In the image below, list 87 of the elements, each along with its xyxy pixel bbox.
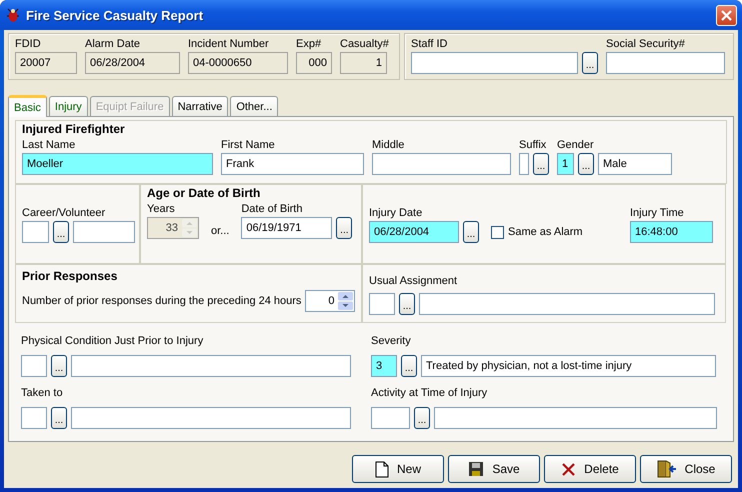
app-icon [6,7,20,23]
field-label: Taken to [21,386,64,401]
code-field[interactable] [369,293,395,315]
exit-door-icon [656,460,677,478]
field-label: FDID [15,37,42,52]
field-label: Years [147,202,176,217]
field-label: Exp# [296,37,322,52]
code-field[interactable] [21,407,47,429]
new-document-icon [374,460,389,478]
description-field[interactable]: Treated by physician, not a lost-time injury [421,355,716,377]
social-security-field[interactable] [606,52,725,74]
field-label: Injury Date [369,206,424,221]
field-label: Casualty# [340,37,389,52]
description-field[interactable] [71,407,351,429]
save-button[interactable]: Save [448,455,540,483]
window-title: Fire Service Casualty Report [26,8,204,22]
suffix-field[interactable] [519,153,529,175]
tab[interactable]: Narrative [172,96,228,116]
delete-icon [561,462,576,476]
section-title: Injured Firefighter [22,121,126,137]
close-button[interactable]: Close [640,455,732,483]
last-name-field[interactable]: Moeller [22,153,213,175]
browse-button[interactable]: ... [51,407,67,429]
field-label: Social Security# [606,37,686,52]
readonly-field[interactable]: 04-0000650 [188,52,288,74]
field-label: Suffix [519,138,548,153]
browse-button[interactable]: ... [533,153,549,175]
field-label: Gender [557,138,595,153]
field-label: Physical Condition Just Prior to Injury [21,334,204,349]
browse-button[interactable]: ... [336,217,352,239]
readonly-field[interactable]: 06/28/2004 [85,52,180,74]
field-label: Usual Assignment [369,274,458,289]
field-label: Career/Volunteer [22,206,106,221]
field-label: Alarm Date [85,37,142,52]
browse-button[interactable]: ... [582,52,598,74]
staff-id-field[interactable] [411,52,578,74]
browse-button[interactable]: ... [578,153,594,175]
field-label: Incident Number [188,37,270,52]
code-field[interactable] [22,221,49,243]
date-of-birth-field[interactable]: 06/19/1971 [241,217,332,239]
field-label: Severity [371,334,412,349]
section-title: Age or Date of Birth [147,185,262,201]
prior-responses-spinner[interactable]: 0 [305,290,356,312]
description-field[interactable] [419,293,715,315]
checkbox[interactable] [491,226,504,238]
first-name-field[interactable]: Frank [221,153,364,175]
readonly-field[interactable]: 000 [296,52,332,74]
code-field[interactable]: 3 [371,355,397,377]
browse-button[interactable]: ... [414,407,430,429]
description-field[interactable] [73,221,135,243]
tab[interactable]: Basic [8,95,47,117]
readonly-field[interactable]: 1 [340,52,387,74]
tab[interactable]: Injury [48,96,88,116]
injury-date-field[interactable]: 06/28/2004 [369,221,459,243]
description-field[interactable] [434,407,717,429]
browse-button[interactable]: ... [463,221,479,243]
section-title: Prior Responses [22,268,118,284]
field-label: Middle [372,138,406,153]
browse-button[interactable]: ... [401,355,417,377]
field-label: Activity at Time of Injury [371,386,488,401]
checkbox-label: Same as Alarm [508,226,583,238]
browse-button[interactable]: ... [51,355,67,377]
middle-name-field[interactable] [372,153,511,175]
field-label: Number of prior responses during the preceding 24 hours [22,295,302,307]
field-label: Staff ID [411,37,448,52]
code-field[interactable]: 1 [557,153,574,175]
new-button[interactable]: New [352,455,444,483]
save-icon [468,461,484,477]
code-field[interactable] [371,407,410,429]
spinner-arrows-icon[interactable] [338,292,354,310]
code-field[interactable] [21,355,47,377]
readonly-field[interactable]: 20007 [15,52,77,74]
delete-button[interactable]: Delete [544,455,636,483]
close-icon [720,8,733,22]
field-label: Date of Birth [241,202,304,217]
field-label: Injury Time [630,206,685,221]
field-label: First Name [221,138,276,153]
description-field[interactable] [71,355,351,377]
injury-time-field[interactable]: 16:48:00 [630,221,713,243]
browse-button[interactable]: ... [399,293,415,315]
field-label: Last Name [22,138,76,153]
years-spinner[interactable]: 33 [147,217,199,239]
tab[interactable]: Other... [230,96,278,116]
or-label: or... [211,224,230,239]
close-button[interactable] [716,4,737,26]
description-field[interactable]: Male [598,153,672,175]
browse-button[interactable]: ... [53,221,69,243]
